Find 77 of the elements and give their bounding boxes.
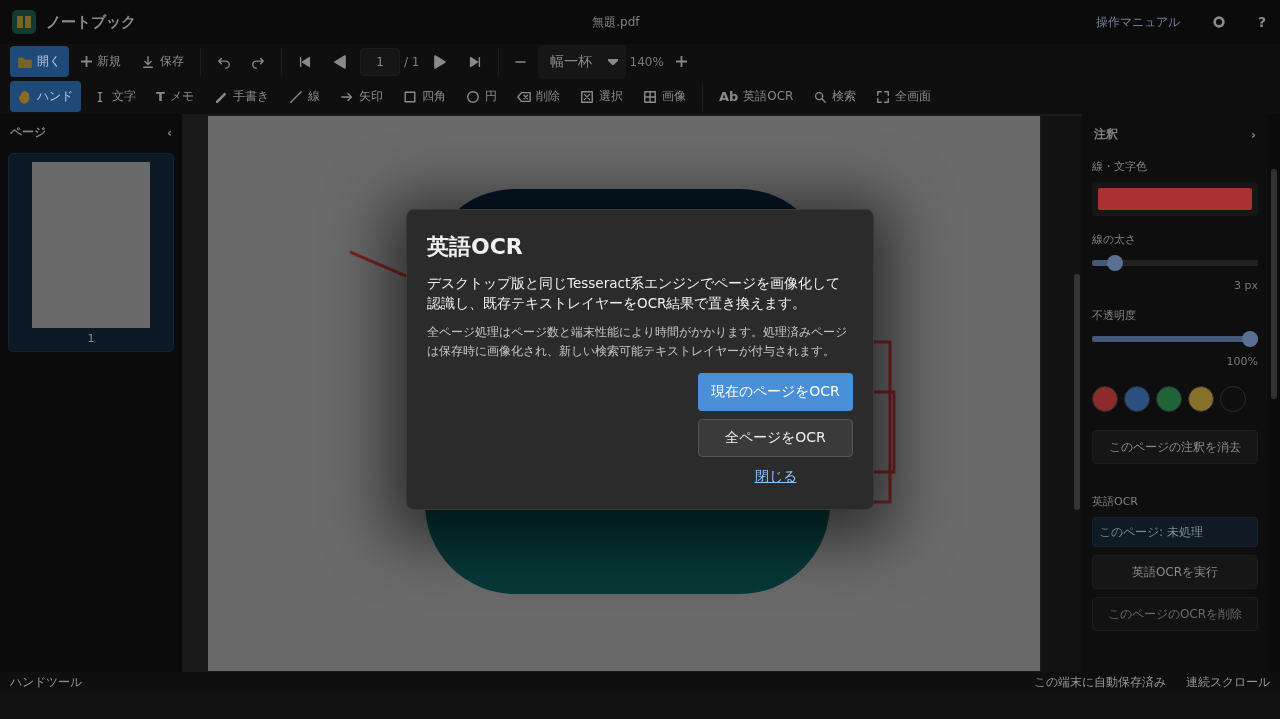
status-text: この端末に自動保存済み (1034, 673, 1166, 691)
tool-button[interactable]: T メモ (148, 81, 202, 112)
right-triangle-icon (431, 53, 448, 70)
plus-icon (675, 56, 687, 67)
minus-icon (514, 60, 526, 63)
app-logo (12, 10, 36, 34)
ocr-all-pages-button[interactable]: 全ページをOCR (698, 419, 853, 458)
color-picker[interactable] (1092, 182, 1258, 216)
collapse-button[interactable]: › (1251, 127, 1256, 142)
toolbar-button[interactable]: 新規 (73, 46, 129, 77)
toolbar-button[interactable]: 全画面 (868, 81, 940, 112)
tool-button[interactable]: ハンド (10, 81, 81, 112)
toolbar-button[interactable]: Ab 英語OCR (710, 81, 802, 112)
color-dot[interactable] (1092, 386, 1118, 412)
field-label: 不透明度 (1092, 308, 1137, 323)
dialog-note: 全ページ処理はページ数と端末性能により時間がかかります。処理済みページは保存時に画像化され、新しい検索可能テキストレイヤーが付与されます。 (427, 324, 848, 361)
manual-link[interactable]: 操作マニュアル (1095, 13, 1180, 31)
settings-icon (1211, 15, 1226, 29)
tool-button[interactable]: 画像 (634, 81, 694, 112)
dialog-text: デスクトップ版と同じTesseract系エンジンでページを画像化して認識し、既存テキストレイヤーをOCR結果で置き換えます。 (427, 273, 842, 313)
fullscreen-icon (876, 89, 891, 104)
ocr-current-page-button[interactable]: 現在のページをOCR (698, 373, 853, 412)
slider-value: 3 px (1233, 279, 1258, 292)
toolbar-text: 140% (629, 54, 664, 69)
hand-icon (18, 89, 32, 104)
scrollbar[interactable] (1042, 116, 1082, 672)
panel-title: 注釈 (1094, 126, 1118, 143)
line-icon (288, 89, 303, 104)
slider-thumb[interactable] (1242, 331, 1258, 347)
eraser-icon (516, 89, 531, 104)
collapse-button[interactable]: ‹ (167, 125, 172, 140)
run-ocr-button[interactable]: 英語OCRを実行 (1092, 555, 1258, 589)
file-name: 無題.pdf (592, 13, 640, 31)
tool-button[interactable]: 矢印 (331, 81, 391, 112)
app-title: ノートブック (46, 12, 136, 32)
caret-icon (607, 58, 618, 65)
section-title: 英語OCR (1092, 494, 1139, 509)
panel-title: ページ (10, 124, 46, 141)
dialog-title: 英語OCR (427, 232, 524, 261)
left-triangle-icon (332, 53, 348, 70)
tool-button[interactable]: 線 (280, 81, 328, 112)
skip-forward-icon (467, 54, 482, 69)
page-number-field[interactable]: 1 (360, 47, 400, 76)
search-icon (813, 89, 828, 104)
status-text: 連続スクロール (1186, 673, 1270, 691)
tool-button[interactable]: 四角 (394, 81, 454, 112)
field-label: 線の太さ (1092, 232, 1137, 247)
tool-button[interactable]: 選択 (571, 81, 631, 112)
skip-back-icon (298, 54, 312, 69)
status-text: ハンドツール (10, 673, 82, 691)
page-thumbnail[interactable]: 1 (8, 153, 174, 352)
image-icon (642, 89, 657, 104)
color-dot[interactable] (1124, 386, 1150, 412)
square-icon (402, 89, 417, 104)
download-icon (141, 54, 155, 69)
color-dot[interactable] (1156, 386, 1182, 412)
tool-button[interactable]: 円 (457, 81, 505, 112)
clear-annotations-button[interactable]: このページの注釈を消去 (1092, 430, 1258, 464)
help-button[interactable]: ? (1257, 14, 1266, 30)
open-button[interactable]: 開く (10, 46, 69, 77)
close-link[interactable]: 閉じる (698, 465, 853, 490)
zoom-select[interactable]: 幅一杯 (537, 44, 626, 79)
selection-icon (579, 89, 594, 104)
toolbar-text: / 1 (404, 54, 420, 69)
slider-thumb[interactable] (1107, 255, 1123, 271)
tool-button[interactable]: 削除 (508, 81, 568, 112)
ocr-status: このページ: 未処理 (1092, 517, 1258, 547)
toolbar-button[interactable]: 検索 (805, 81, 865, 112)
slider-value: 100% (1225, 355, 1258, 368)
toolbar-button[interactable]: 保存 (133, 46, 192, 77)
tool-button[interactable]: 手書き (205, 81, 277, 112)
color-dot[interactable] (1220, 386, 1246, 412)
circle-icon (465, 89, 480, 104)
plus-icon (81, 56, 92, 67)
tool-button[interactable]: 文字 (85, 81, 144, 112)
color-dot[interactable] (1188, 386, 1214, 412)
field-label: 線・文字色 (1092, 159, 1148, 174)
